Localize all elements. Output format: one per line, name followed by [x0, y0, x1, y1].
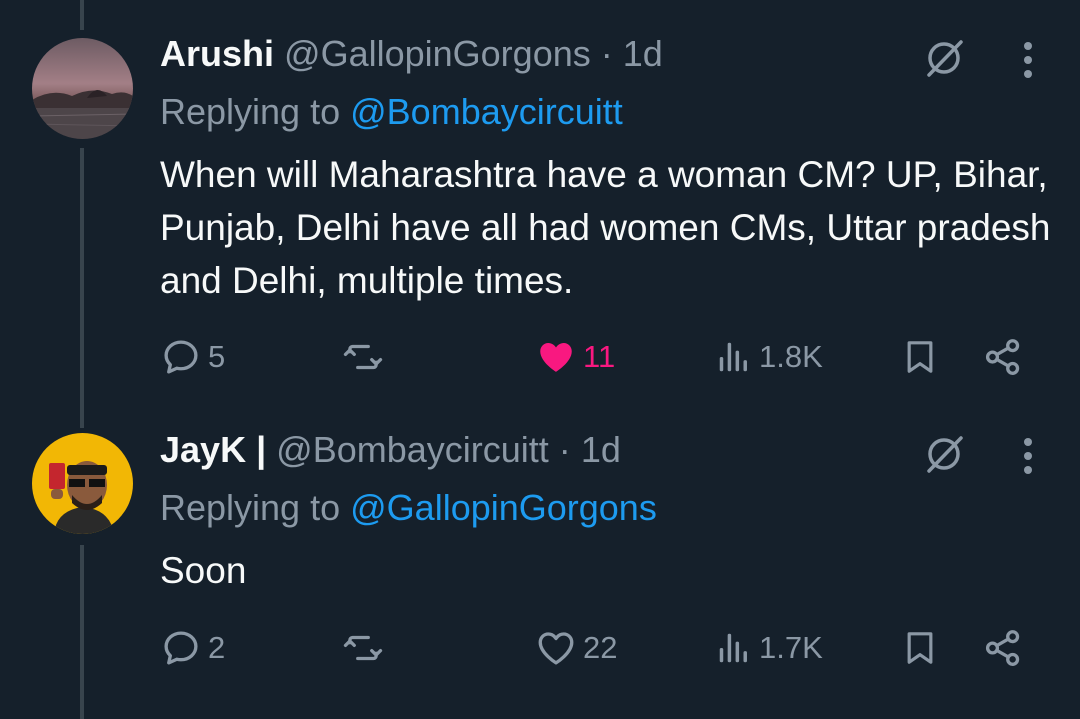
replying-to-handle[interactable]: @Bombaycircuitt [350, 91, 623, 132]
tweet-jayk[interactable]: JayK | @Bombaycircuitt · 1d Replying to … [0, 410, 1080, 719]
retweet-button[interactable] [342, 623, 390, 673]
like-button[interactable]: 11 [535, 332, 615, 382]
bookmark-button[interactable] [900, 332, 940, 382]
display-name[interactable]: JayK | [160, 429, 266, 470]
avatar[interactable] [32, 433, 133, 534]
timestamp[interactable]: 1d [623, 33, 663, 74]
like-count: 22 [583, 630, 618, 665]
display-name[interactable]: Arushi [160, 33, 274, 74]
grok-icon[interactable] [918, 428, 970, 480]
action-bar: 2 22 1.7K [160, 623, 1040, 673]
user-handle[interactable]: @Bombaycircuitt [276, 429, 549, 470]
views-button[interactable]: 1.8K [715, 332, 823, 382]
retweet-button[interactable] [342, 332, 390, 382]
tweet-text: When will Maharashtra have a woman CM? U… [160, 154, 1051, 301]
share-button[interactable] [982, 332, 1024, 382]
like-count: 11 [583, 339, 616, 374]
like-button[interactable]: 22 [535, 623, 617, 673]
bookmark-icon [907, 341, 933, 373]
share-icon [985, 339, 1020, 375]
more-icon[interactable] [1010, 38, 1046, 82]
like-icon [538, 632, 574, 665]
user-handle[interactable]: @GallopinGorgons [284, 33, 591, 74]
action-bar: 5 11 1.8K [160, 332, 1040, 382]
view-count: 1.7K [759, 630, 823, 665]
bookmark-button[interactable] [900, 623, 940, 673]
views-icon [719, 342, 747, 372]
replying-to: Replying to @Bombaycircuitt [160, 91, 623, 133]
tweet-text: Soon [160, 550, 247, 591]
retweet-icon [343, 344, 383, 370]
replying-to: Replying to @GallopinGorgons [160, 487, 657, 529]
grok-icon[interactable] [918, 32, 970, 84]
tweet-header: JayK | @Bombaycircuitt · 1d [160, 429, 621, 471]
avatar[interactable] [32, 38, 133, 139]
separator: · [558, 429, 571, 470]
bookmark-icon [907, 632, 933, 664]
reply-button[interactable]: 5 [160, 332, 225, 382]
timeline: Arushi @GallopinGorgons · 1d Replying to… [0, 0, 1080, 719]
replying-prefix: Replying to [160, 487, 341, 528]
timestamp[interactable]: 1d [581, 429, 621, 470]
tweet-header: Arushi @GallopinGorgons · 1d [160, 33, 663, 75]
retweet-icon [343, 635, 383, 661]
replying-prefix: Replying to [160, 91, 341, 132]
reply-count: 5 [208, 339, 226, 374]
replying-to-handle[interactable]: @GallopinGorgons [350, 487, 657, 528]
share-button[interactable] [982, 623, 1024, 673]
more-icon[interactable] [1010, 434, 1046, 478]
view-count: 1.8K [759, 339, 823, 374]
separator: · [600, 33, 613, 74]
reply-icon [164, 340, 198, 374]
reply-button[interactable]: 2 [160, 623, 225, 673]
tweet-arushi[interactable]: Arushi @GallopinGorgons · 1d Replying to… [0, 0, 1080, 410]
like-icon [540, 343, 572, 372]
share-icon [985, 630, 1020, 666]
reply-count: 2 [208, 630, 226, 665]
views-button[interactable]: 1.7K [715, 623, 823, 673]
reply-icon [164, 631, 198, 665]
views-icon [719, 633, 747, 663]
